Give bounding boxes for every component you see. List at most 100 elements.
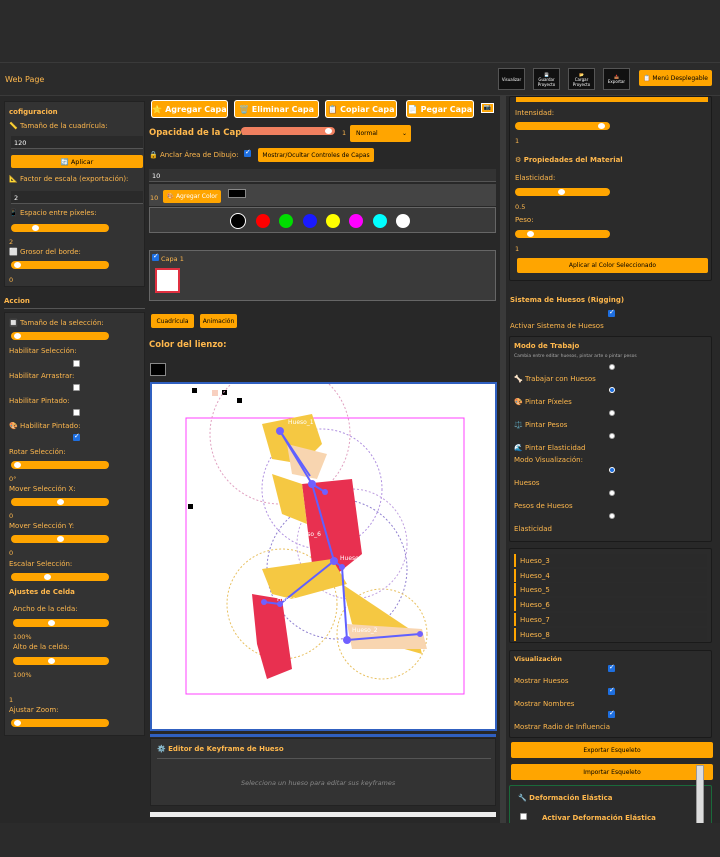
- palette-swatch[interactable]: [326, 214, 340, 228]
- palette-swatch[interactable]: [396, 214, 410, 228]
- top-bar: [0, 0, 720, 62]
- vis-bones-label: Huesos: [514, 479, 540, 487]
- vis-bones-radio[interactable]: [609, 467, 615, 473]
- palette-swatch[interactable]: [256, 214, 270, 228]
- enable-paint2-checkbox[interactable]: [73, 432, 80, 441]
- splitter[interactable]: [500, 96, 506, 823]
- canvas-scrollbar[interactable]: [150, 734, 496, 737]
- grid-size-input[interactable]: 120: [11, 136, 143, 149]
- scale-input[interactable]: 2: [11, 191, 143, 204]
- keyframe-editor: ⚙️ Editor de Keyframe de Hueso Seleccion…: [150, 738, 496, 806]
- paint-weights-label: ⚖️ Pintar Pesos: [514, 421, 568, 429]
- enable-drag-checkbox[interactable]: [73, 384, 80, 391]
- work-bones-radio[interactable]: [609, 364, 615, 370]
- elasticity-slider[interactable]: [515, 188, 610, 196]
- apply-button[interactable]: 🔄 Aplicar: [11, 155, 143, 168]
- bone-list-item[interactable]: Hueso_7: [514, 613, 707, 626]
- intensity-value: 1: [515, 137, 520, 145]
- anchor-label: 🔒 Anclar Área de Dibujo:: [149, 151, 239, 159]
- bone-label: Hueso_7: [340, 555, 366, 562]
- bone-label: Hueso_4: [277, 596, 303, 603]
- vis-elasticity-label: Elasticidad: [514, 525, 552, 533]
- enable-paint-checkbox[interactable]: [73, 409, 80, 416]
- opacity-slider[interactable]: [241, 127, 335, 135]
- vis-elasticity-radio[interactable]: [609, 513, 615, 519]
- border-slider[interactable]: [11, 261, 109, 269]
- scale-sel-slider[interactable]: [11, 573, 109, 581]
- rotate-slider[interactable]: [11, 461, 109, 469]
- layer-name[interactable]: Capa 1: [161, 255, 184, 263]
- delete-layer-button[interactable]: 🗑️ Eliminar Capa: [234, 100, 319, 118]
- dropdown-menu-button[interactable]: 📋 Menú Desplegable: [639, 70, 712, 86]
- movey-slider[interactable]: [11, 535, 109, 543]
- apply-to-color-button[interactable]: Aplicar al Color Seleccionado: [517, 258, 708, 273]
- bone-list-item[interactable]: Hueso_4: [514, 569, 707, 582]
- canvas-color-picker[interactable]: [150, 363, 166, 376]
- add-layer-button[interactable]: ⭐ Agregar Capa: [151, 100, 228, 118]
- drawing-canvas[interactable]: Hueso_1 hueso_6 Hueso_4 Hueso_7 Hueso_2: [150, 382, 497, 731]
- spacing-label: 📱 Espacio entre píxeles:: [9, 209, 97, 217]
- palette-swatch[interactable]: [230, 213, 246, 229]
- deform-enable-label: Activar Deformación Elástica: [542, 814, 656, 822]
- visualize-button[interactable]: Visualizar: [498, 68, 525, 90]
- palette-swatch[interactable]: [373, 214, 387, 228]
- paste-layer-button[interactable]: 📄 Pegar Capa: [406, 100, 474, 118]
- accion-title: Accion: [4, 297, 30, 305]
- paint-pixels-radio[interactable]: [609, 387, 615, 393]
- sel-size-slider[interactable]: [11, 332, 109, 340]
- tab-animation[interactable]: Animación: [200, 314, 237, 328]
- bone-list-item[interactable]: Hueso_5: [514, 583, 707, 596]
- copy-layer-button[interactable]: 📋 Copiar Capa: [325, 100, 397, 118]
- bottom-bar: [0, 823, 720, 857]
- toggle-layer-controls-button[interactable]: Mostrar/Ocultar Controles de Capas: [258, 148, 374, 162]
- layer-visibility-checkbox[interactable]: [152, 252, 159, 261]
- canvas-area: ⭐ Agregar Capa 🗑️ Eliminar Capa 📋 Copiar…: [148, 96, 498, 817]
- export-skeleton-button[interactable]: Exportar Esqueleto: [511, 742, 713, 758]
- scale-label: 📐 Factor de escala (exportación):: [9, 175, 129, 183]
- weight-value: 1: [515, 245, 520, 253]
- light-material-panel: Intensidad: 1 ⚙ Propiedades del Material…: [509, 96, 712, 281]
- canvas-color-label: Color del lienzo:: [149, 340, 227, 350]
- cell-width-slider[interactable]: [13, 619, 109, 627]
- weight-slider[interactable]: [515, 230, 610, 238]
- enable-select-checkbox[interactable]: [73, 360, 80, 367]
- bone-label: hueso_6: [296, 531, 321, 538]
- intensity-slider[interactable]: [515, 122, 610, 130]
- enable-bones-checkbox[interactable]: [608, 308, 615, 317]
- cell-height-slider[interactable]: [13, 657, 109, 665]
- weight-label: Peso:: [515, 216, 534, 224]
- movex-slider[interactable]: [11, 498, 109, 506]
- export-button[interactable]: 📤 Exportar: [603, 68, 630, 90]
- show-bones-checkbox[interactable]: [608, 663, 615, 672]
- config-title: cofiguracion: [9, 108, 58, 116]
- anchor-checkbox[interactable]: [244, 148, 251, 157]
- bone-list-item[interactable]: Hueso_3: [514, 554, 707, 567]
- vis-weights-radio[interactable]: [609, 490, 615, 496]
- color-picker[interactable]: [228, 189, 246, 198]
- deform-enable-checkbox[interactable]: [520, 813, 527, 820]
- bone-list-item[interactable]: Hueso_8: [514, 628, 707, 641]
- keyframe-hint: Selecciona un hueso para editar sus keyf…: [241, 779, 396, 787]
- work-mode-panel: Modo de Trabajo Cambia entre editar hues…: [509, 336, 712, 542]
- add-color-button[interactable]: 🎨 Agregar Color: [163, 190, 221, 203]
- paint-elasticity-radio[interactable]: [609, 433, 615, 439]
- import-skeleton-button[interactable]: Importar Esqueleto: [511, 764, 713, 780]
- load-project-button[interactable]: 📂 Cargar Proyecto: [568, 68, 595, 90]
- blend-mode-select[interactable]: Normal ⌄: [350, 125, 411, 142]
- camera-icon[interactable]: 📷: [481, 103, 494, 113]
- value-input[interactable]: 10: [149, 169, 496, 182]
- top-button-edge[interactable]: [516, 97, 708, 102]
- tab-grid[interactable]: Cuadrícula: [151, 314, 194, 328]
- save-project-button[interactable]: 💾 Guardar Proyecto: [533, 68, 560, 90]
- bone-list-item[interactable]: Hueso_6: [514, 598, 707, 611]
- palette-swatch[interactable]: [279, 214, 293, 228]
- paint-weights-radio[interactable]: [609, 410, 615, 416]
- timeline-strip[interactable]: [150, 812, 496, 817]
- zoom-slider[interactable]: [11, 719, 109, 727]
- spacing-slider[interactable]: [11, 224, 109, 232]
- show-radius-checkbox[interactable]: [608, 709, 615, 718]
- palette-swatch[interactable]: [349, 214, 363, 228]
- palette-swatch[interactable]: [303, 214, 317, 228]
- layer-thumbnail[interactable]: [155, 268, 180, 293]
- show-names-checkbox[interactable]: [608, 686, 615, 695]
